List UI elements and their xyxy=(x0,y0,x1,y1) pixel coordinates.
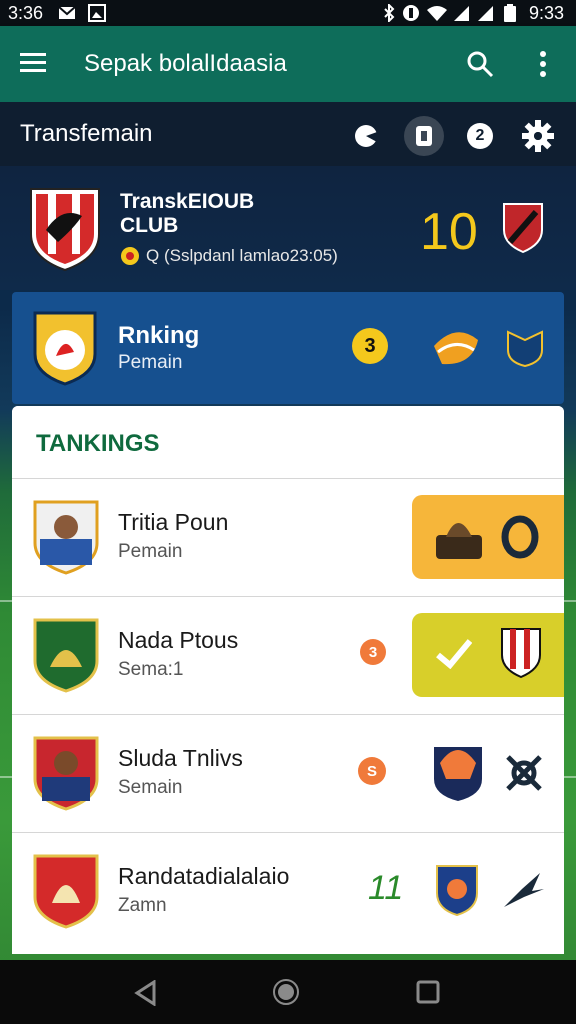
system-nav-bar xyxy=(0,960,576,1024)
ranking-subtitle: Pemain xyxy=(118,352,183,373)
back-icon[interactable] xyxy=(134,979,158,1011)
club-name-line2: CLUB xyxy=(120,214,179,237)
team-badge-icon xyxy=(500,509,540,570)
rankings-header-title: TANKINGS xyxy=(36,430,160,457)
crossed-anchors-icon xyxy=(502,751,546,800)
number-icon[interactable]: 2 xyxy=(460,116,500,156)
team-logo-icon xyxy=(432,507,486,572)
player-crest-icon xyxy=(32,499,100,575)
row-subtitle: Sema:1 xyxy=(118,659,184,680)
club-crest-icon xyxy=(28,186,102,277)
settings-icon[interactable] xyxy=(518,116,558,156)
wifi-icon xyxy=(426,4,448,22)
app-title: Sepak bolalIdaasia xyxy=(84,50,287,77)
team-badge-icon xyxy=(500,627,542,684)
team-crest-icon xyxy=(32,853,100,929)
list-item[interactable]: Sluda Tnlivs Semain S xyxy=(12,714,564,831)
row-subtitle: Pemain xyxy=(118,541,183,562)
battery-icon xyxy=(504,4,516,22)
team-tile[interactable] xyxy=(412,495,564,579)
jersey-icon[interactable] xyxy=(404,116,444,156)
check-icon xyxy=(436,637,473,674)
list-item[interactable]: Randatadialalaio Zamn 11 xyxy=(12,832,564,949)
row-badge: S xyxy=(358,757,386,785)
recents-icon[interactable] xyxy=(416,980,440,1009)
number-icon-label: 2 xyxy=(475,127,485,144)
image-icon xyxy=(88,4,106,22)
app-bar: Sepak bolalIdaasia xyxy=(0,26,576,102)
club-meta: Q (Sslpdanl lamlao23:05) xyxy=(146,246,338,265)
ranking-card[interactable]: Rnking Pemain 3 xyxy=(12,292,564,404)
row-subtitle: Semain xyxy=(118,777,183,798)
list-item[interactable]: Tritia Poun Pemain xyxy=(12,478,564,595)
player-crest-icon xyxy=(32,735,100,811)
row-name: Sluda Tnlivs xyxy=(118,745,243,771)
team-logo-icon xyxy=(434,863,480,922)
team-logo-icon xyxy=(430,743,486,808)
basketball-logo-icon xyxy=(432,326,480,373)
menu-icon[interactable] xyxy=(20,52,46,79)
opponent-crest-icon xyxy=(502,202,544,259)
club-card[interactable]: TranskEIOUB CLUB Q (Sslpdanl lamlao23:05… xyxy=(0,166,576,290)
rankings-header: TANKINGS xyxy=(12,406,564,478)
row-name: Nada Ptous xyxy=(118,627,239,653)
bird-icon xyxy=(502,869,546,916)
signal-icon xyxy=(452,4,470,22)
ball-icon[interactable] xyxy=(346,116,386,156)
section-title: Transfemain xyxy=(20,120,153,147)
row-rank: 11 xyxy=(368,869,404,907)
sync-icon xyxy=(402,4,420,22)
club-name-line1: TranskEIOUB xyxy=(120,190,255,213)
row-badge: 3 xyxy=(360,639,386,665)
section-bar: Transfemain 2 xyxy=(0,102,576,166)
bluetooth-icon xyxy=(380,2,398,24)
mail-icon xyxy=(58,4,76,22)
club-name: TranskEIOUB CLUB xyxy=(120,190,300,238)
signal-icon xyxy=(476,4,494,22)
club-score: 10 xyxy=(420,203,478,261)
status-time-left: 3:36 xyxy=(8,3,44,23)
league-crest-icon xyxy=(32,310,98,391)
rankings-panel: TANKINGS Tritia Poun Pemain Nada Ptous S… xyxy=(12,406,564,954)
home-icon[interactable] xyxy=(272,978,300,1011)
status-time-right: 9:33 xyxy=(528,3,564,23)
row-subtitle: Zamn xyxy=(118,895,167,916)
ranking-badge: 3 xyxy=(352,328,388,364)
team-tile[interactable] xyxy=(412,613,564,697)
status-bar: 3:36 9:33 xyxy=(0,0,576,26)
search-icon[interactable] xyxy=(466,50,494,83)
row-name: Randatadialalaio xyxy=(118,863,290,889)
ranking-title: Rnking xyxy=(118,322,200,349)
shield-logo-icon xyxy=(506,328,544,373)
more-options-icon[interactable] xyxy=(538,50,548,83)
row-name: Tritia Poun xyxy=(118,509,229,535)
list-item[interactable]: Nada Ptous Sema:1 3 xyxy=(12,596,564,713)
team-crest-icon xyxy=(32,617,100,693)
ball-small-icon xyxy=(120,246,140,271)
